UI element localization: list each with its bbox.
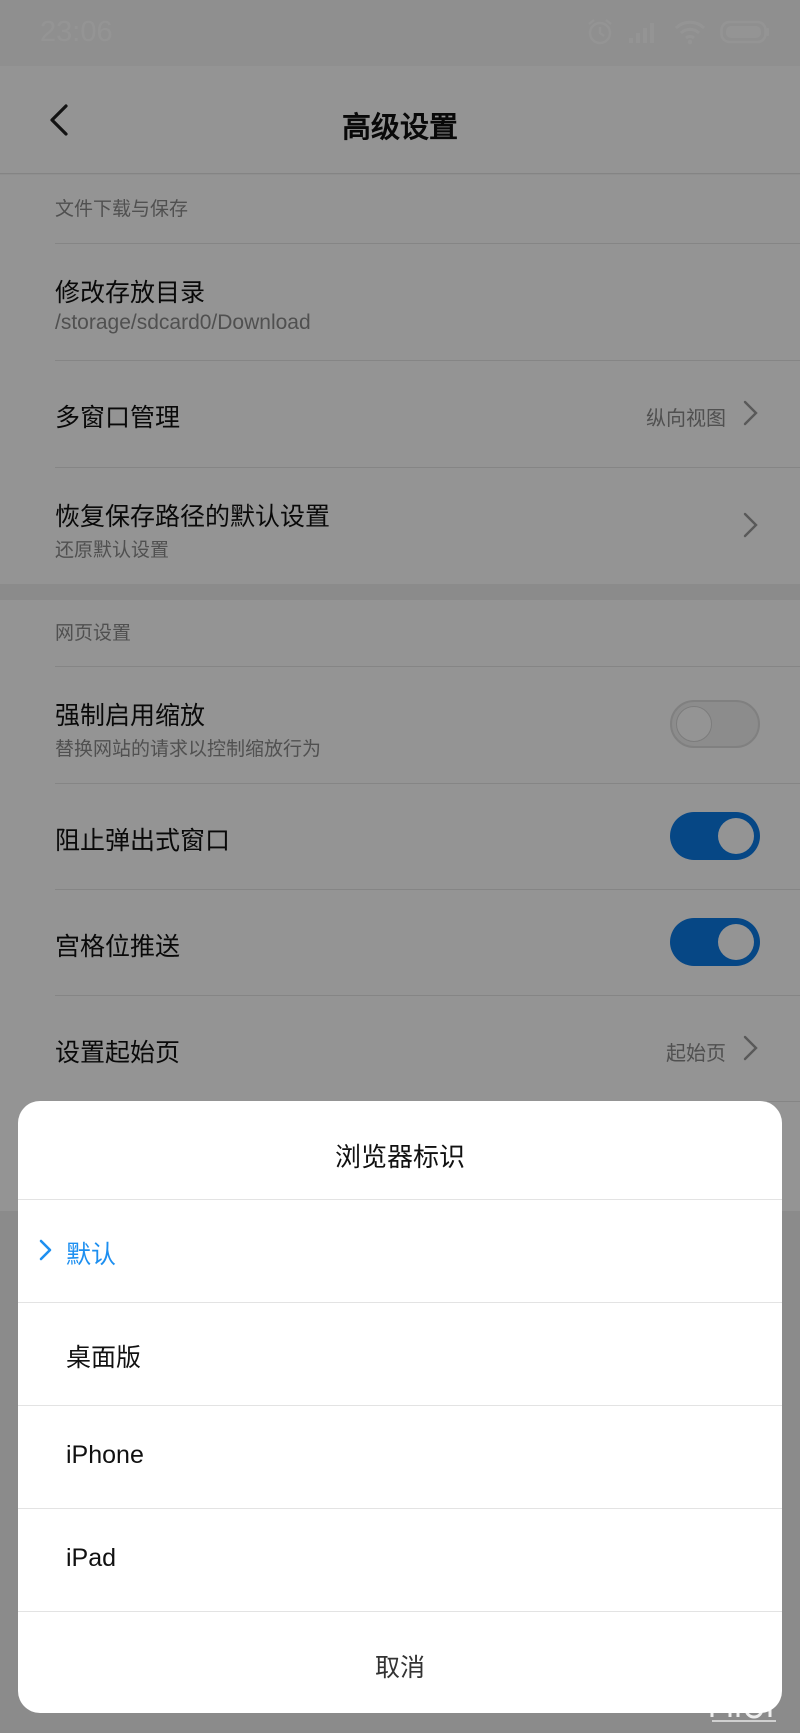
option-label: 桌面版 xyxy=(66,1344,142,1372)
option-ipad[interactable]: iPad xyxy=(18,1508,782,1611)
browser-id-dialog: 浏览器标识 默认 桌面版 iPhone iPad 取消 xyxy=(18,1101,782,1713)
cancel-label: 取消 xyxy=(374,1653,425,1682)
option-default[interactable]: 默认 xyxy=(18,1199,782,1302)
dialog-title: 浏览器标识 xyxy=(334,1143,465,1173)
option-label: iPad xyxy=(66,1544,117,1572)
chevron-right-icon xyxy=(38,1238,54,1262)
cancel-button[interactable]: 取消 xyxy=(18,1611,782,1713)
option-iphone[interactable]: iPhone xyxy=(18,1405,782,1508)
option-desktop[interactable]: 桌面版 xyxy=(18,1302,782,1405)
option-label: 默认 xyxy=(66,1241,117,1269)
miui-watermark-logo xyxy=(708,1685,794,1725)
option-label: iPhone xyxy=(66,1441,144,1469)
